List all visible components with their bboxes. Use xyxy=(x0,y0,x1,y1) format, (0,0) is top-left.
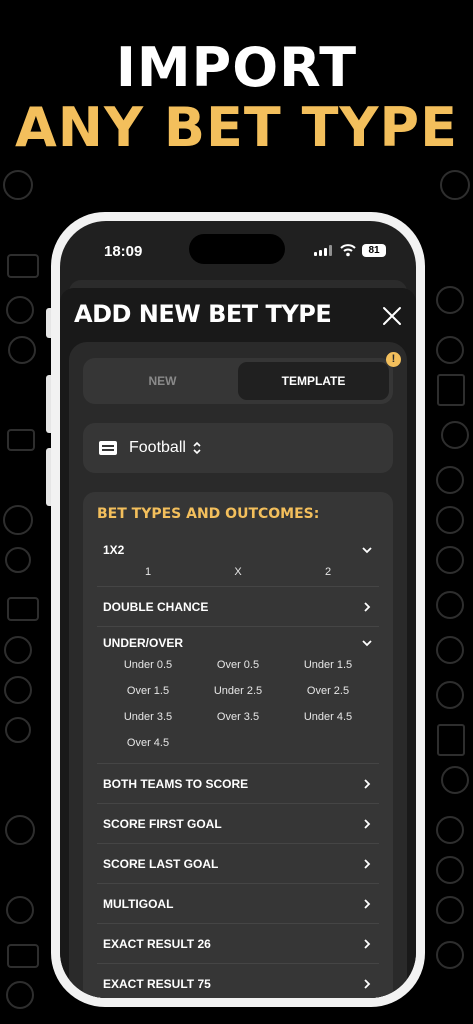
bet-type-label: DOUBLE CHANCE xyxy=(103,599,209,614)
bet-type-row: BOTH TEAMS TO SCORE xyxy=(97,763,379,803)
status-time: 18:09 xyxy=(104,243,143,260)
mode-segmented-control: NEW TEMPLATE xyxy=(83,358,393,404)
wifi-icon xyxy=(340,244,356,257)
outcome-item: Over 0.5 xyxy=(216,659,260,671)
chevron-up-down-icon xyxy=(193,441,201,455)
bet-type-label: EXACT RESULT 26 xyxy=(103,936,211,951)
bet-type-row: SCORE FIRST GOAL xyxy=(97,803,379,843)
battery-icon: 81 xyxy=(362,244,386,257)
bet-type-label: BOTH TEAMS TO SCORE xyxy=(103,776,249,791)
bet-type-label: EXACT RESULT 75 xyxy=(103,976,211,991)
outcome-item: 1 xyxy=(144,566,152,578)
bet-type-label: SCORE FIRST GOAL xyxy=(103,816,222,831)
chevron-right-icon xyxy=(364,778,371,789)
outcome-item: Over 2.5 xyxy=(306,685,350,697)
bet-type-header[interactable]: EXACT RESULT 26 xyxy=(103,924,373,963)
outcome-item: Over 4.5 xyxy=(126,737,170,749)
bet-type-row: DOUBLE CHANCE xyxy=(97,586,379,626)
bet-type-label: UNDER/OVER xyxy=(103,636,184,650)
outcome-item: Under 2.5 xyxy=(213,685,263,697)
sport-value: Football xyxy=(129,439,186,456)
outcome-item: Over 1.5 xyxy=(126,685,170,697)
bet-type-header[interactable]: DOUBLE CHANCE xyxy=(103,587,373,626)
chevron-right-icon xyxy=(364,898,371,909)
form-panel: NEW TEMPLATE ! Football BET TYPES AND OU… xyxy=(69,342,407,998)
chevron-right-icon xyxy=(364,978,371,989)
sport-selector[interactable]: Football xyxy=(83,423,393,473)
bet-types-title: BET TYPES AND OUTCOMES: xyxy=(97,506,320,522)
sheet-title: ADD NEW BET TYPE xyxy=(74,300,332,328)
bet-types-list: 1X2 1 X 2 DOUBLE CHANCE UNDER/OVER Under… xyxy=(97,534,379,998)
outcome-item: Under 0.5 xyxy=(123,659,173,671)
close-icon[interactable] xyxy=(381,305,403,327)
promo-headline: IMPORT ANY BET TYPE xyxy=(0,38,473,158)
bet-type-label: MULTIGOAL xyxy=(103,896,174,911)
add-bet-type-sheet: ADD NEW BET TYPE NEW TEMPLATE ! Football xyxy=(60,288,416,998)
list-icon xyxy=(99,441,117,455)
bet-types-list-card: BET TYPES AND OUTCOMES: 1X2 1 X 2 DOUBLE… xyxy=(83,492,393,998)
chevron-right-icon xyxy=(364,601,371,612)
outcome-item: Under 4.5 xyxy=(303,711,353,723)
headline-line-2: ANY BET TYPE xyxy=(15,96,458,159)
chevron-down-icon xyxy=(362,547,372,554)
outcome-grid: Under 0.5 Over 0.5 Under 1.5 Over 1.5 Un… xyxy=(103,659,373,763)
bet-type-header[interactable]: SCORE LAST GOAL xyxy=(103,844,373,883)
bet-type-header[interactable]: BOTH TEAMS TO SCORE xyxy=(103,764,373,803)
bet-type-label: SCORE LAST GOAL xyxy=(103,856,219,871)
bet-type-header[interactable]: EXACT RESULT 75 xyxy=(103,964,373,998)
bet-type-header[interactable]: MULTIGOAL xyxy=(103,884,373,923)
outcome-item: Over 3.5 xyxy=(216,711,260,723)
chevron-right-icon xyxy=(364,818,371,829)
outcome-item: Under 1.5 xyxy=(303,659,353,671)
dynamic-island xyxy=(189,234,285,264)
bet-type-row: EXACT RESULT 26 xyxy=(97,923,379,963)
headline-line-1: IMPORT xyxy=(115,36,358,99)
signal-icon xyxy=(314,245,332,256)
bet-type-header[interactable]: UNDER/OVER xyxy=(103,627,373,659)
bet-type-row: MULTIGOAL xyxy=(97,883,379,923)
chevron-right-icon xyxy=(364,858,371,869)
bet-type-row: SCORE LAST GOAL xyxy=(97,843,379,883)
chevron-down-icon xyxy=(362,640,372,647)
bet-type-row: 1X2 1 X 2 xyxy=(97,534,379,586)
outcome-item: X xyxy=(234,566,242,578)
outcome-grid: 1 X 2 xyxy=(103,566,373,586)
bet-type-header[interactable]: SCORE FIRST GOAL xyxy=(103,804,373,843)
phone-screen: 18:09 81 ADD NEW BET TYPE NEW TEMPLATE !… xyxy=(60,221,416,998)
tab-new[interactable]: NEW xyxy=(87,362,238,400)
chevron-right-icon xyxy=(364,938,371,949)
bet-type-row: EXACT RESULT 75 xyxy=(97,963,379,998)
bet-type-label: 1X2 xyxy=(103,543,125,557)
phone-frame: 18:09 81 ADD NEW BET TYPE NEW TEMPLATE !… xyxy=(51,212,425,1007)
bet-type-header[interactable]: 1X2 xyxy=(103,534,373,566)
outcome-item: Under 3.5 xyxy=(123,711,173,723)
bet-type-row: UNDER/OVER Under 0.5 Over 0.5 Under 1.5 … xyxy=(97,626,379,763)
tab-template[interactable]: TEMPLATE xyxy=(238,362,389,400)
status-bar: 18:09 81 xyxy=(60,221,416,277)
outcome-item: 2 xyxy=(324,566,332,578)
info-badge-icon[interactable]: ! xyxy=(386,352,401,367)
